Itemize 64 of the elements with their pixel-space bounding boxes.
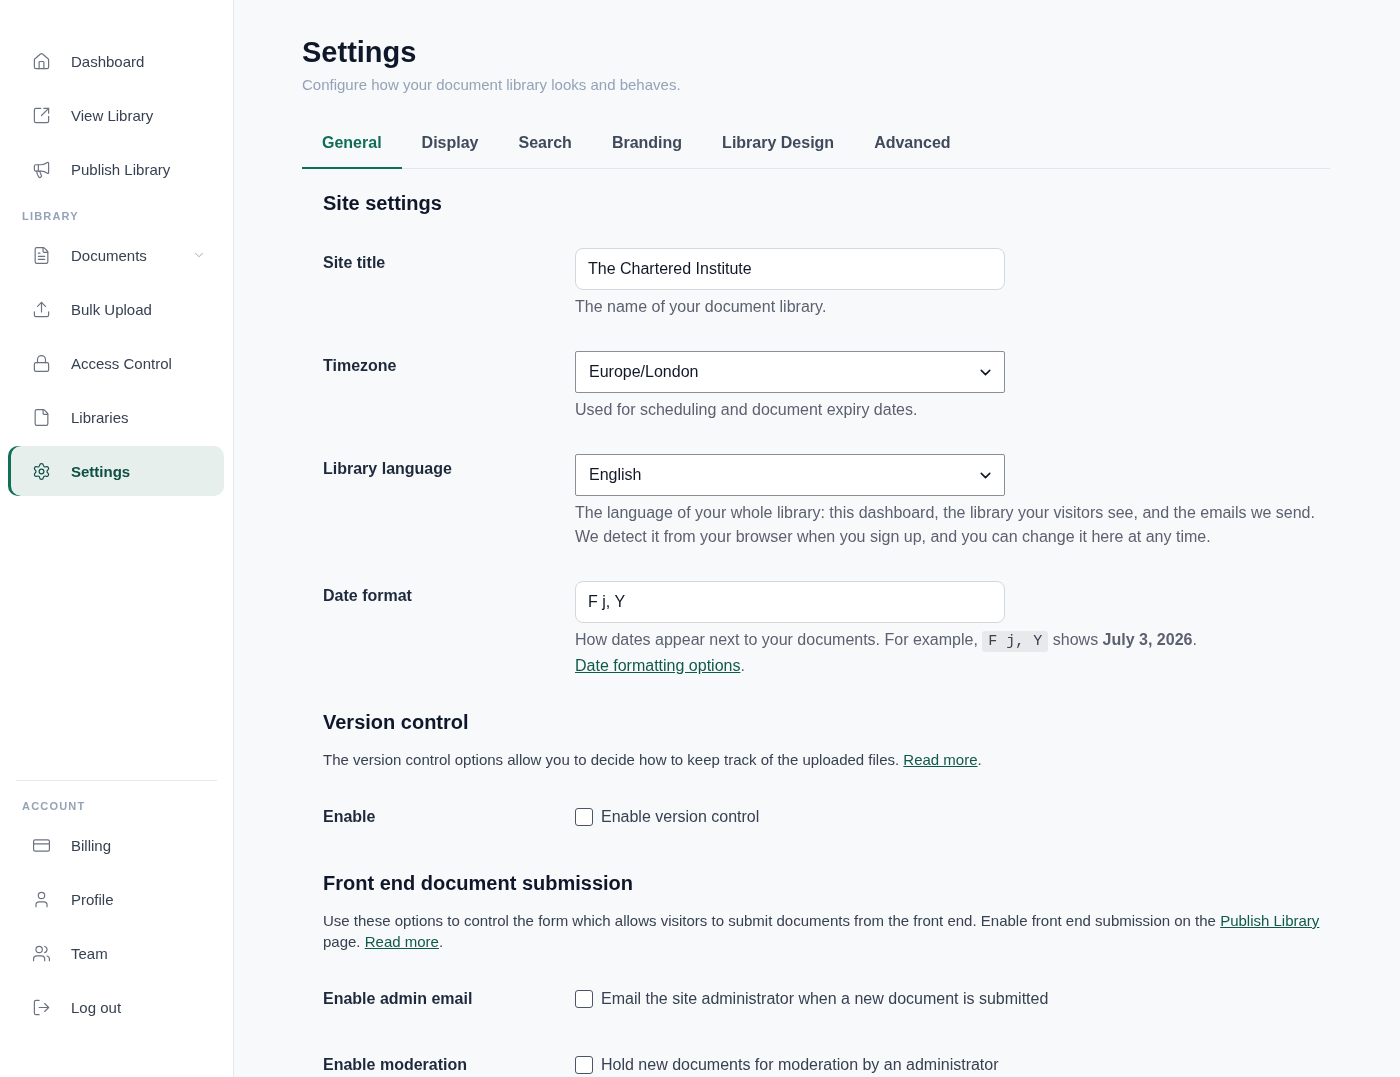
checkbox[interactable] <box>575 1056 593 1074</box>
file-icon <box>32 407 51 427</box>
section-heading: Front end document submission <box>323 871 634 895</box>
sidebar-item[interactable]: Documents <box>8 230 224 280</box>
home-icon <box>32 51 51 71</box>
help-text: How dates appear next to your documents. For example, F j, Y shows July 3, 2026. Date formatting options. <box>575 630 1198 676</box>
field-label: Library language <box>323 459 453 479</box>
section-description: The version control options allow you to decide how to keep track of the uploaded files. Read more. <box>323 750 983 770</box>
checkbox-label: Email the site administrator when a new document is submitted <box>601 989 1049 1009</box>
checkbox[interactable] <box>575 808 593 826</box>
document-icon <box>32 245 51 265</box>
megaphone-icon <box>32 159 51 179</box>
sidebar-item[interactable]: Settings <box>8 446 224 496</box>
field-label: Enable <box>323 807 377 827</box>
tab[interactable]: Display <box>401 119 499 169</box>
text-field[interactable]: F j, Y <box>575 581 1005 623</box>
sidebar-item[interactable]: Log out <box>8 982 224 1032</box>
settings-icon <box>32 461 51 481</box>
field-label: Enable moderation <box>323 1055 469 1075</box>
field-label: Enable admin email <box>323 989 474 1009</box>
page-title: Settings <box>302 35 418 69</box>
section-description: Use these options to control the form which allows visitors to submit documents from the front end. Enable front end submission on the Publish Library page. Read more. <box>323 911 1321 952</box>
section-heading: Site settings <box>323 191 443 215</box>
user-icon <box>32 889 51 909</box>
link[interactable]: Read more <box>903 751 978 768</box>
field-label: Timezone <box>323 356 398 376</box>
sidebar-heading: LIBRARY <box>21 210 80 222</box>
sidebar-heading: ACCOUNT <box>21 800 87 812</box>
sidebar-item[interactable]: Bulk Upload <box>8 284 224 334</box>
sidebar-item[interactable]: Publish Library <box>8 144 224 194</box>
sidebar-item[interactable]: Libraries <box>8 392 224 442</box>
link[interactable]: Read more <box>364 933 439 950</box>
users-icon <box>32 943 51 963</box>
checkbox-label: Enable version control <box>601 807 760 827</box>
sidebar-item[interactable]: View Library <box>8 90 224 140</box>
sidebar-item[interactable]: Access Control <box>8 338 224 388</box>
checkbox-label: Hold new documents for moderation by an administrator <box>601 1055 999 1075</box>
tab[interactable]: Library Design <box>702 119 855 169</box>
page-subtitle: Configure how your document library looks and behaves. <box>302 75 682 95</box>
external-link-icon <box>32 105 51 125</box>
sidebar-item[interactable]: Profile <box>8 874 224 924</box>
link[interactable]: Date formatting options <box>575 657 741 674</box>
tab[interactable]: Advanced <box>854 119 971 169</box>
upload-icon <box>32 299 51 319</box>
code-snippet: F j, Y <box>982 631 1049 652</box>
tab[interactable]: General <box>302 119 402 169</box>
field-label: Date format <box>323 586 413 606</box>
text-field[interactable]: The Chartered Institute <box>575 248 1005 290</box>
sidebar-item[interactable]: Team <box>8 928 224 978</box>
link[interactable]: Publish Library <box>1220 912 1320 929</box>
select-field[interactable]: Europe/London <box>575 351 1005 393</box>
sidebar-item[interactable]: Billing <box>8 820 224 870</box>
help-text: The language of your whole library: this dashboard, the library your visitors see, and the emails we send. We detect it from your browser when you sign up, and you can change it here at any time. <box>575 503 1316 547</box>
tab[interactable]: Branding <box>591 119 703 169</box>
tab[interactable]: Search <box>498 119 592 169</box>
section-heading: Version control <box>323 710 470 734</box>
sidebar-item[interactable]: Dashboard <box>8 36 224 86</box>
logout-icon <box>32 997 51 1017</box>
select-field[interactable]: English <box>575 454 1005 496</box>
lock-icon <box>32 353 51 373</box>
checkbox[interactable] <box>575 990 593 1008</box>
field-label: Site title <box>323 253 387 273</box>
help-text: The name of your document library. <box>575 297 827 317</box>
help-text: Used for scheduling and document expiry dates. <box>575 400 918 420</box>
